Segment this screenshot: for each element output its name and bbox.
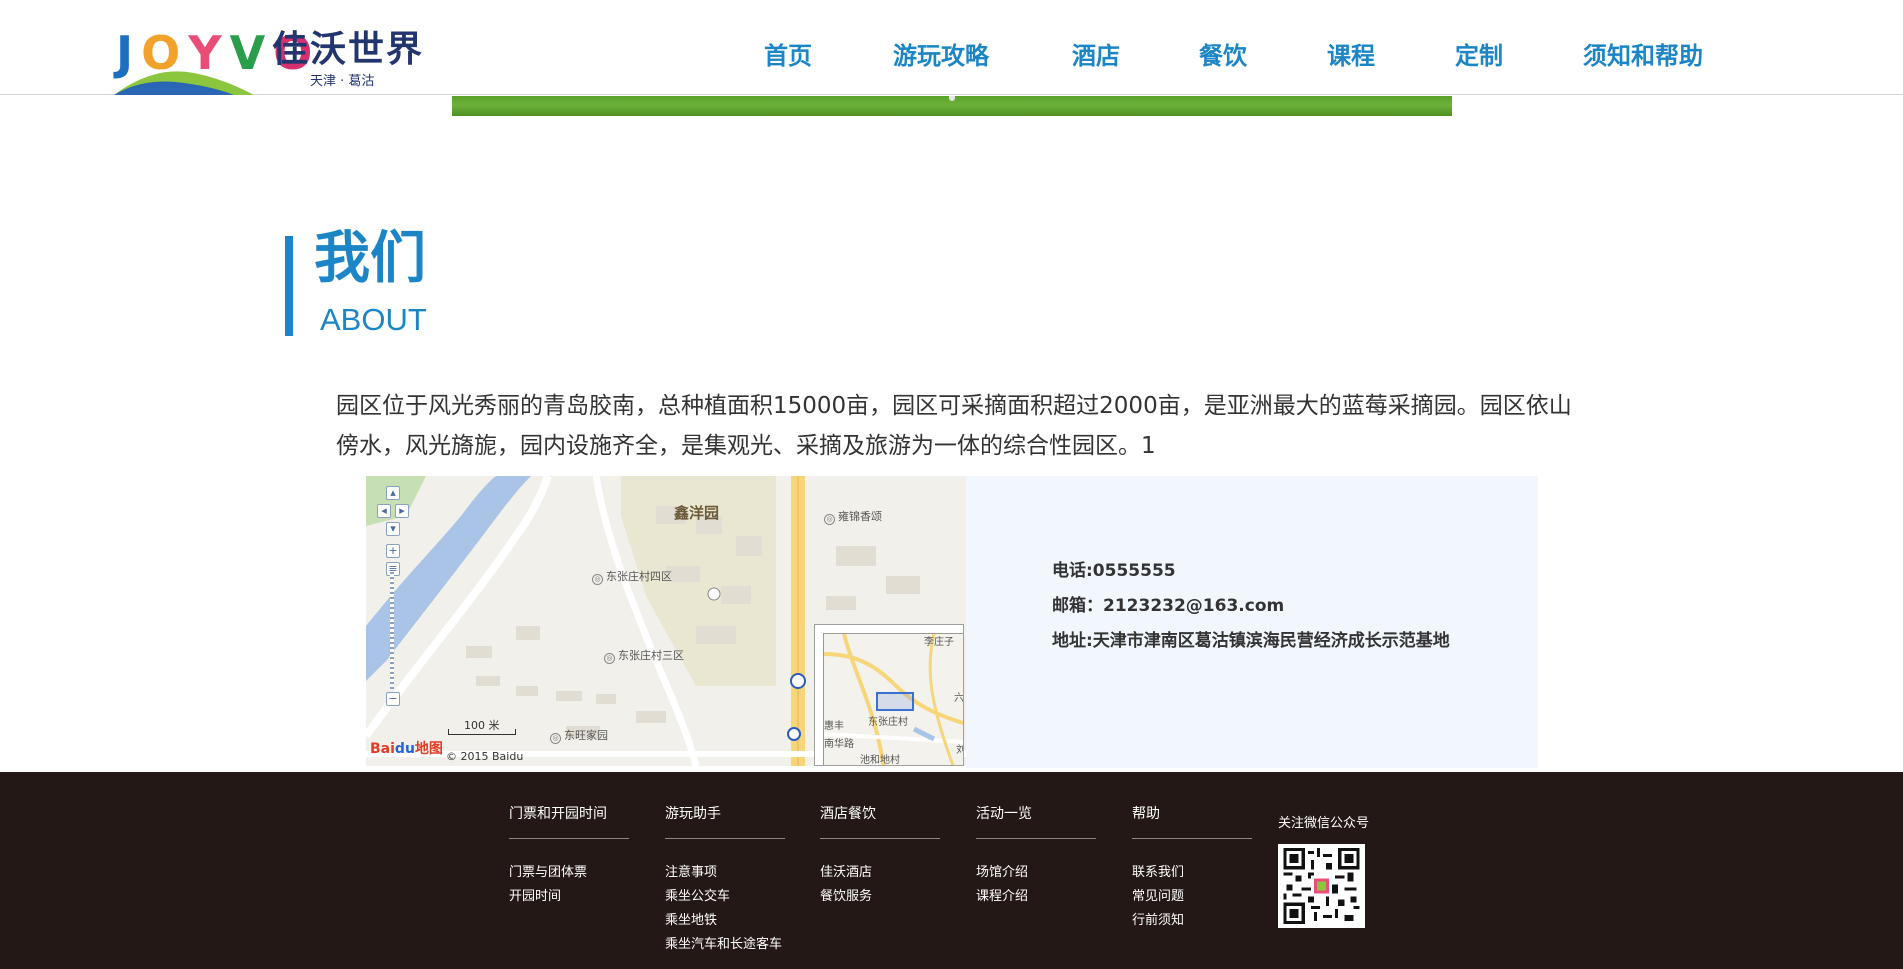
footer-column-title[interactable]: 游玩助手 [665, 804, 785, 824]
footer-divider [976, 838, 1096, 839]
section-title: 我们 [314, 226, 426, 291]
site-footer: 门票和开园时间 门票与团体票 开园时间 游玩助手 注意事项 乘坐公交车 乘坐地铁… [0, 772, 1903, 969]
poi-icon: ◎ [824, 514, 835, 525]
map-label-yongjin: ◎ 雍锦香颂 [824, 510, 882, 525]
map-copyright: © 2015 Baidu [446, 750, 524, 763]
banner-pagination-dot[interactable] [949, 96, 955, 101]
map-label-dongwang: ◎ 东旺家园 [550, 729, 608, 744]
footer-column-title[interactable]: 活动一览 [976, 804, 1096, 824]
overview-label: 池和地村 [860, 755, 900, 766]
site-header: J O Y V O 佳沃世界 天津 · 葛沽 首页 游玩攻略 酒店 餐饮 课程 … [0, 0, 1903, 95]
pan-down-icon[interactable]: ▾ [386, 522, 400, 536]
footer-column-activities: 活动一览 场馆介绍 课程介绍 [976, 804, 1096, 909]
poi-icon: ◎ [592, 574, 603, 585]
contact-email: 邮箱：2123232@163.com [1052, 596, 1285, 616]
footer-column-title[interactable]: 酒店餐饮 [820, 804, 940, 824]
banner-image-strip [452, 96, 1452, 116]
overview-label: 李庄子 [924, 637, 954, 648]
footer-link[interactable]: 餐饮服务 [820, 885, 940, 909]
footer-column-assistant: 游玩助手 注意事项 乘坐公交车 乘坐地铁 乘坐汽车和长途客车 [665, 804, 785, 957]
section-subtitle: ABOUT [320, 302, 427, 337]
footer-link[interactable]: 乘坐汽车和长途客车 [665, 933, 785, 957]
contact-phone: 电话:0555555 [1052, 561, 1176, 581]
map-label-dzz4: ◎ 东张庄村四区 [592, 570, 672, 585]
contact-panel: 电话:0555555 邮箱：2123232@163.com 地址:天津市津南区葛… [966, 476, 1538, 768]
footer-column-hotel-dining: 酒店餐饮 佳沃酒店 餐饮服务 [820, 804, 940, 909]
logo-name: 佳沃世界 [272, 28, 425, 70]
map-label-xinyang: 鑫洋园 [674, 504, 720, 522]
qr-code-title: 关注微信公众号 [1278, 816, 1370, 831]
footer-link[interactable]: 佳沃酒店 [820, 861, 940, 885]
overview-label: 南华路 [824, 739, 854, 750]
footer-column-tickets: 门票和开园时间 门票与团体票 开园时间 [509, 804, 629, 909]
footer-link[interactable]: 乘坐地铁 [665, 909, 785, 933]
zoom-out-button[interactable]: − [386, 692, 400, 706]
overview-label: 东张庄村 [868, 717, 908, 728]
footer-link[interactable]: 行前须知 [1132, 909, 1252, 933]
logo-letter: O [141, 26, 180, 80]
nav-guide[interactable]: 游玩攻略 [893, 38, 989, 74]
wechat-qr-code [1278, 844, 1365, 928]
footer-divider [820, 838, 940, 839]
qr-code-pattern [1283, 848, 1360, 924]
pan-right-icon[interactable]: ▸ [395, 504, 409, 518]
footer-link[interactable]: 乘坐公交车 [665, 885, 785, 909]
footer-link[interactable]: 常见问题 [1132, 885, 1252, 909]
nav-dining[interactable]: 餐饮 [1199, 38, 1247, 74]
nav-custom[interactable]: 定制 [1455, 38, 1503, 74]
contact-address: 地址:天津市津南区葛沽镇滨海民营经济成长示范基地 [1052, 631, 1450, 651]
footer-divider [665, 838, 785, 839]
overview-label: 六 [954, 693, 964, 704]
pan-up-icon[interactable]: ▴ [386, 486, 400, 500]
nav-hotel[interactable]: 酒店 [1072, 38, 1120, 74]
footer-divider [1132, 838, 1252, 839]
overview-map: 李庄子 六 惠丰 东张庄村 南华路 池和地村 刘 [823, 633, 964, 766]
overview-label: 刘 [956, 744, 963, 758]
footer-column-title[interactable]: 门票和开园时间 [509, 804, 629, 824]
nav-courses[interactable]: 课程 [1327, 38, 1375, 74]
poi-icon: ◎ [550, 733, 561, 744]
logo-letter: V [229, 26, 266, 80]
footer-column-help: 帮助 联系我们 常见问题 行前须知 [1132, 804, 1252, 933]
about-description: 园区位于风光秀丽的青岛胶南，总种植面积15000亩，园区可采摘面积超过2000亩… [336, 393, 1572, 459]
logo-letter: Y [188, 26, 221, 80]
baidu-map[interactable]: 鑫洋园 ◎ 雍锦香颂 ◎ 东张庄村四区 ◎ 东张庄村三区 ◎ 东旺家园 ▴ ◂ ▸ ▾ … [366, 476, 966, 766]
logo-letter: J [116, 26, 133, 80]
section-accent-bar [285, 236, 293, 336]
footer-divider [509, 838, 629, 839]
footer-link[interactable]: 门票与团体票 [509, 861, 629, 885]
map-overview-inset[interactable]: 李庄子 六 惠丰 东张庄村 南华路 池和地村 刘 [814, 624, 964, 766]
map-scale-bar [448, 729, 516, 735]
footer-link[interactable]: 场馆介绍 [976, 861, 1096, 885]
footer-link[interactable]: 课程介绍 [976, 885, 1096, 909]
overview-viewport-rect[interactable] [876, 692, 914, 711]
logo-subtitle: 天津 · 葛沽 [310, 74, 375, 89]
pan-left-icon[interactable]: ◂ [377, 504, 391, 518]
nav-help[interactable]: 须知和帮助 [1583, 38, 1703, 74]
footer-link[interactable]: 开园时间 [509, 885, 629, 909]
baidu-logo[interactable]: Baidu地图 [370, 738, 443, 758]
zoom-in-button[interactable]: + [386, 544, 400, 558]
map-zoom-control: ▴ ◂ ▸ ▾ + ≡ − [377, 486, 409, 706]
nav-home[interactable]: 首页 [764, 38, 812, 74]
footer-link[interactable]: 联系我们 [1132, 861, 1252, 885]
footer-link[interactable]: 注意事项 [665, 861, 785, 885]
site-logo[interactable]: J O Y V O 佳沃世界 天津 · 葛沽 [114, 25, 434, 95]
footer-column-title[interactable]: 帮助 [1132, 804, 1252, 824]
zoom-slider[interactable] [390, 572, 394, 690]
overview-label: 惠丰 [824, 721, 844, 732]
poi-icon: ◎ [604, 653, 615, 664]
map-label-dzz3: ◎ 东张庄村三区 [604, 649, 684, 664]
